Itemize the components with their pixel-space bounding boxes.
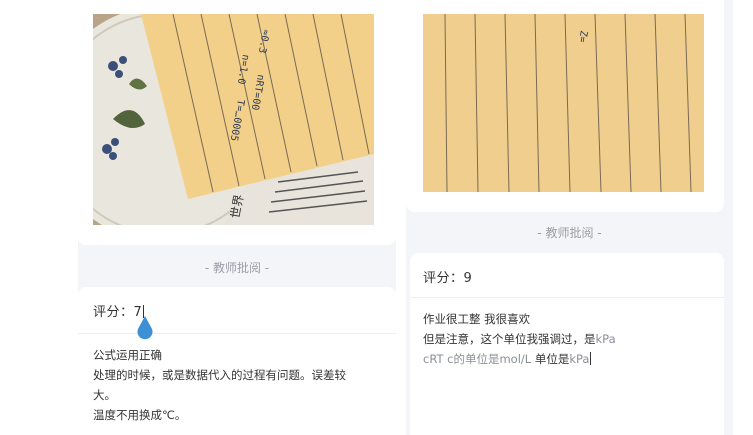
comment-text: 单位是 — [531, 352, 570, 366]
left-score-divider — [78, 333, 396, 334]
left-comment-line: 温度不用换成℃。 — [93, 408, 187, 422]
comment-text: 作业很工整 我很喜欢 — [423, 312, 531, 326]
right-score-divider — [410, 297, 724, 298]
right-homework-photo[interactable]: Z= — [423, 14, 704, 192]
right-review-card: 评分：9 作业很工整 我很喜欢 但是注意，这个单位我强调过，是kPa cRT c… — [410, 253, 724, 435]
right-score-value[interactable]: 9 — [464, 271, 473, 286]
left-score-label: 评分： — [93, 305, 134, 320]
unit-text: mol/L — [499, 352, 532, 366]
left-teacher-review-label: - 教师批阅 - — [204, 261, 270, 275]
left-comment-line: 公式运用正确 — [93, 348, 162, 362]
svg-text:Z=: Z= — [576, 29, 589, 43]
unit-text: kPa — [569, 352, 590, 366]
left-comment[interactable]: 公式运用正确 处理的时候，或是数据代入的过程有问题。误差较 大。 温度不用换成℃… — [93, 345, 388, 425]
right-comment-line: cRT c的单位是mol/L 单位是kPa — [423, 349, 718, 369]
comment-text: cRT c的单位是 — [423, 352, 500, 366]
right-comment[interactable]: 作业很工整 我很喜欢 但是注意，这个单位我强调过，是kPa cRT c的单位是m… — [423, 309, 718, 369]
right-homework-card: Z= — [406, 0, 724, 212]
right-comment-line: 但是注意，这个单位我强调过，是kPa — [423, 329, 718, 349]
unit-text: kPa — [595, 332, 616, 346]
touch-cursor-drop-icon[interactable] — [136, 316, 154, 340]
right-comment-line: 作业很工整 我很喜欢 — [423, 309, 718, 329]
comment-text: 但是注意，这个单位我强调过，是 — [423, 332, 596, 346]
left-comment-line: 处理的时候，或是数据代入的过程有问题。误差较 — [93, 368, 346, 382]
left-homework-photo[interactable]: 世界 ≈0.3 n=1.0 nRT=00 T=…0005 — [93, 14, 374, 225]
right-score[interactable]: 评分：9 — [423, 267, 472, 286]
right-teacher-review-label: - 教师批阅 - — [537, 226, 602, 240]
left-homework-card: 世界 ≈0.3 n=1.0 nRT=00 T=…0005 — [78, 0, 396, 245]
left-comment-line: 大。 — [93, 388, 116, 402]
left-review-card: 评分：7 公式运用正确 处理的时候，或是数据代入的过程有问题。误差较 大。 温度… — [78, 287, 396, 435]
text-caret — [590, 352, 592, 365]
right-score-label: 评分： — [423, 271, 464, 286]
